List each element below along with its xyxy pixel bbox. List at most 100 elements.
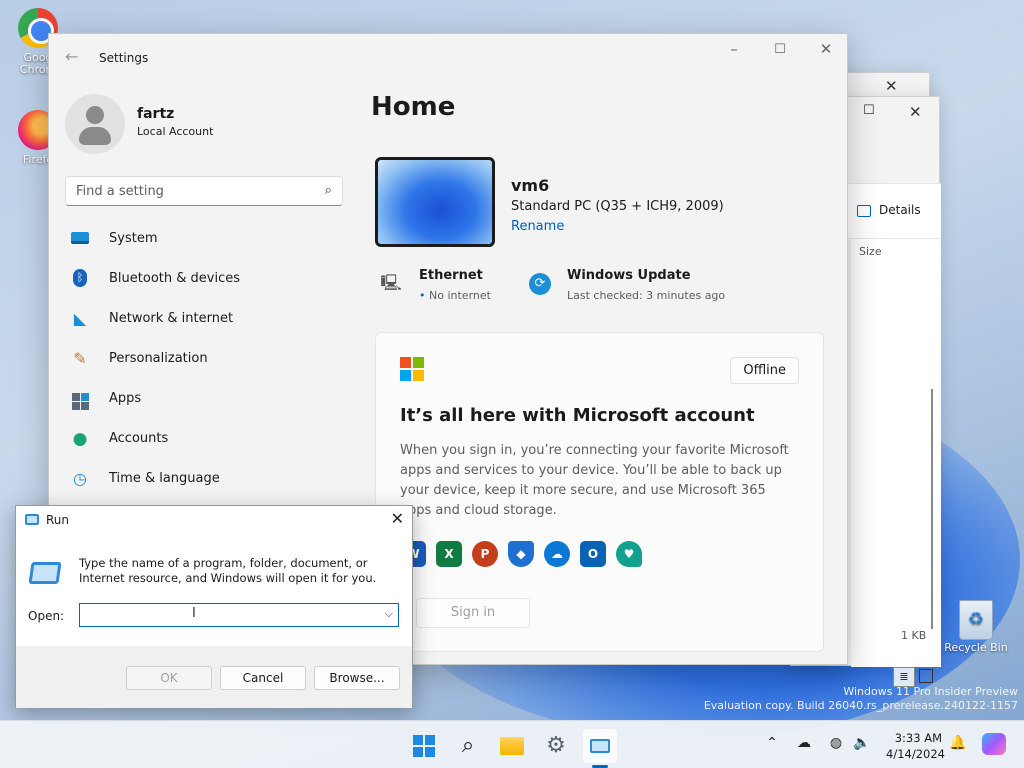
search-input[interactable]: Find a setting ⌕ xyxy=(65,176,343,206)
list-view-icon[interactable]: ≣ xyxy=(893,667,915,687)
sidebar-item-label: Accounts xyxy=(109,430,169,446)
run-small-icon xyxy=(25,514,39,525)
sidebar-item-label: Network & internet xyxy=(109,310,234,326)
sidebar-item-time-language[interactable]: ◷ Time & language xyxy=(69,460,349,496)
run-taskbar-icon[interactable] xyxy=(583,729,617,763)
clock-time: 3:33 AM xyxy=(894,731,942,745)
column-header-size[interactable]: Size xyxy=(859,245,882,258)
sidebar-item-network[interactable]: ◣ Network & internet xyxy=(69,300,349,336)
windows-logo-icon xyxy=(413,735,435,757)
bluetooth-icon: ᛒ xyxy=(69,269,91,287)
notification-icon[interactable]: 🔔 xyxy=(948,735,968,751)
card-body: When you sign in, you’re connecting your… xyxy=(400,443,789,518)
network-offline-icon[interactable]: ☁ xyxy=(794,735,814,751)
sidebar-item-label: Apps xyxy=(109,390,142,406)
start-button[interactable] xyxy=(407,729,441,763)
family-safety-icon: ♥ xyxy=(616,541,642,567)
sign-in-button[interactable]: Sign in xyxy=(416,598,530,628)
brush-icon: ✎ xyxy=(73,349,87,368)
watermark-line: Windows 11 Pro Insider Preview xyxy=(843,685,1018,698)
desktop-icon-recycle-bin[interactable]: ♻ Recycle Bin xyxy=(944,600,1008,654)
close-icon[interactable]: ✕ xyxy=(909,103,922,121)
user-head-icon xyxy=(86,106,104,124)
open-combobox[interactable]: I ⌵ xyxy=(79,603,399,627)
globe-clock-icon: ◷ xyxy=(73,469,87,488)
window-title: Settings xyxy=(99,51,149,65)
ethernet-status-text: No internet xyxy=(429,289,491,302)
sidebar-item-label: Time & language xyxy=(109,470,220,486)
recycle-bin-icon: ♻ xyxy=(959,600,993,640)
microsoft-account-card: Offline It’s all here with Microsoft acc… xyxy=(375,332,824,652)
ok-button[interactable]: OK xyxy=(126,666,212,690)
offline-badge: Offline xyxy=(730,357,799,384)
page-title: Home xyxy=(371,92,456,122)
apps-icon xyxy=(69,389,91,410)
cancel-button[interactable]: Cancel xyxy=(220,666,306,690)
ethernet-status: • No internet xyxy=(419,289,491,302)
windows-update-title[interactable]: Windows Update xyxy=(567,268,691,283)
sidebar-item-label: Bluetooth & devices xyxy=(109,270,240,286)
watermark-line: Evaluation copy. Build 26040.rs_prerelea… xyxy=(703,699,1018,712)
sidebar-item-personalization[interactable]: ✎ Personalization xyxy=(69,340,349,376)
scrollbar[interactable] xyxy=(931,389,933,629)
details-pane-icon xyxy=(857,205,871,217)
avatar[interactable] xyxy=(65,94,125,154)
onedrive-icon: ☁ xyxy=(544,541,570,567)
sidebar-item-system[interactable]: System xyxy=(69,220,349,256)
maximize-icon[interactable]: ☐ xyxy=(863,103,875,118)
outlook-icon: O xyxy=(580,541,606,567)
ethernet-title[interactable]: Ethernet xyxy=(419,268,483,283)
windows-update-icon: ⟳ xyxy=(529,273,551,295)
globe-icon[interactable]: ◍ xyxy=(826,735,846,751)
sidebar-item-bluetooth[interactable]: ᛒ Bluetooth & devices xyxy=(69,260,349,296)
maximize-icon[interactable]: ☐ xyxy=(765,42,795,57)
file-explorer-icon[interactable] xyxy=(495,729,529,763)
minimize-icon[interactable]: – xyxy=(719,40,749,58)
close-icon[interactable]: ✕ xyxy=(885,77,898,95)
windows-update-status: Last checked: 3 minutes ago xyxy=(567,289,726,302)
user-body-icon xyxy=(79,127,111,145)
search-icon[interactable]: ⌕ xyxy=(451,729,485,763)
microsoft-app-icons: W X P ◆ ☁ O ♥ xyxy=(400,541,642,567)
settings-gear-icon[interactable]: ⚙ xyxy=(539,729,573,763)
close-icon[interactable]: ✕ xyxy=(811,40,841,58)
powerpoint-icon: P xyxy=(472,541,498,567)
desktop-icon-label: Recycle Bin xyxy=(944,641,1008,654)
status-dot-icon: • xyxy=(419,289,426,302)
run-icon xyxy=(28,562,62,584)
card-title: It’s all here with Microsoft account xyxy=(400,405,755,426)
excel-icon: X xyxy=(436,541,462,567)
search-icon[interactable]: ⌕ xyxy=(325,183,332,198)
build-watermark: Windows 11 Pro Insider Preview Evaluatio… xyxy=(704,685,1018,713)
sidebar-item-apps[interactable]: Apps xyxy=(69,380,349,416)
defender-icon: ◆ xyxy=(508,541,534,567)
text-cursor-icon: I xyxy=(192,606,196,621)
browse-button[interactable]: Browse... xyxy=(314,666,400,690)
search-placeholder: Find a setting xyxy=(76,184,164,199)
back-arrow-icon[interactable]: ← xyxy=(65,47,78,66)
open-label: Open: xyxy=(28,609,65,623)
clock-date: 4/14/2024 xyxy=(886,747,945,761)
user-name: fartz xyxy=(137,106,175,122)
clock[interactable]: 3:33 AM 4/14/2024 xyxy=(886,730,945,762)
device-spec: Standard PC (Q35 + ICH9, 2009) xyxy=(511,199,724,214)
microsoft-logo-icon xyxy=(400,357,424,381)
chevron-down-icon[interactable]: ⌵ xyxy=(385,607,393,621)
run-dialog[interactable]: Run ✕ Type the name of a program, folder… xyxy=(15,505,413,708)
details-button[interactable]: Details xyxy=(879,203,921,217)
system-icon xyxy=(69,229,91,247)
chevron-up-icon[interactable]: ⌃ xyxy=(762,735,782,751)
run-title: Run xyxy=(46,513,70,527)
close-icon[interactable]: ✕ xyxy=(391,509,404,528)
sidebar-item-accounts[interactable]: ● Accounts xyxy=(69,420,349,456)
speaker-icon[interactable]: 🔈 xyxy=(852,735,872,751)
copilot-icon[interactable] xyxy=(982,733,1006,755)
run-description: Type the name of a program, folder, docu… xyxy=(79,556,377,585)
account-type: Local Account xyxy=(137,125,214,138)
wifi-icon: ◣ xyxy=(73,309,87,328)
device-wallpaper-thumbnail xyxy=(375,157,495,247)
sidebar-item-label: System xyxy=(109,230,158,246)
file-size: 1 KB xyxy=(901,629,927,642)
rename-link[interactable]: Rename xyxy=(511,219,564,234)
tiles-view-icon[interactable] xyxy=(919,669,933,683)
